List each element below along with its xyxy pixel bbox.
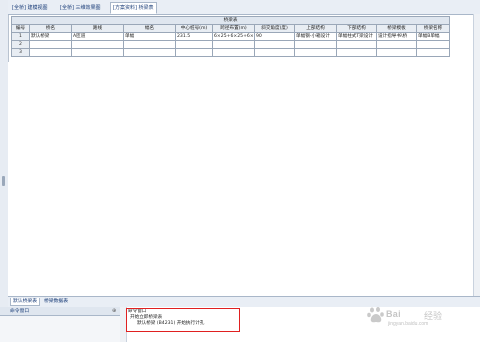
table-row[interactable]: 1 默认桥梁 A匝道 单幅 231.5 6×25+6×25+6×2 90 单幅钢… — [11, 32, 451, 41]
table-cell[interactable] — [376, 40, 417, 49]
table-row[interactable]: 3 — [11, 48, 451, 57]
highlight-box — [126, 308, 240, 332]
table-cell[interactable] — [29, 48, 72, 57]
command-panel-left — [0, 316, 121, 342]
baidu-paw-icon — [367, 307, 384, 323]
table-cell[interactable] — [71, 40, 124, 49]
table-cell[interactable] — [29, 40, 72, 49]
bridge-table-grid: 桥梁表 编号 桥名 路线 幅名 中心桩号(m) 跨径布置(m) 斜交角度(度) … — [10, 16, 451, 62]
column-header[interactable]: 中心桩号(m) — [175, 24, 213, 33]
tab-3d-view[interactable]: [全桥] 三维效果图 — [58, 3, 103, 13]
table-cell[interactable] — [415, 40, 451, 49]
row-number[interactable]: 3 — [11, 48, 30, 57]
table-cell[interactable]: A匝道 — [71, 32, 124, 41]
table-cell[interactable] — [336, 40, 377, 49]
table-cell[interactable] — [376, 48, 417, 57]
table-cell[interactable] — [254, 48, 295, 57]
table-cell[interactable] — [254, 40, 295, 49]
table-cell[interactable]: 设计指导书\桥 — [376, 32, 417, 41]
column-header[interactable]: 桥梁名称 — [415, 24, 451, 33]
dock-grip[interactable] — [2, 176, 5, 186]
document-tab-bar: [全桥] 建模视图 [全桥] 三维效果图 [方案资料] 桥梁表 — [8, 0, 480, 15]
row-number[interactable]: 1 — [11, 32, 30, 41]
column-header[interactable]: 桥梁模板 — [376, 24, 417, 33]
table-cell[interactable]: 90 — [254, 32, 295, 41]
column-header[interactable]: 斜交角度(度) — [254, 24, 295, 33]
column-header[interactable]: 路线 — [71, 24, 124, 33]
row-number[interactable]: 2 — [11, 40, 30, 49]
table-canvas — [8, 62, 480, 296]
table-cell[interactable] — [175, 48, 213, 57]
table-cell[interactable] — [212, 48, 255, 57]
column-header[interactable]: 上部结构 — [294, 24, 337, 33]
table-cell[interactable]: 默认桥梁 — [29, 32, 72, 41]
tab-bridge-table[interactable]: [方案资料] 桥梁表 — [110, 2, 157, 14]
sheet-tab-data[interactable]: 桥梁数据表 — [42, 298, 70, 306]
table-cell[interactable] — [123, 48, 176, 57]
table-cell[interactable] — [294, 40, 337, 49]
column-header[interactable]: 桥名 — [29, 24, 72, 33]
column-header[interactable]: 幅名 — [123, 24, 176, 33]
column-header[interactable]: 跨径布置(m) — [212, 24, 255, 33]
watermark-brand: Bai — [386, 309, 401, 319]
table-row[interactable]: 2 — [11, 40, 451, 49]
sheet-tab-default[interactable]: 默认桥梁表 — [10, 298, 40, 306]
table-cell[interactable] — [336, 48, 377, 57]
table-cell[interactable]: 单幅钢-小箱设计 — [294, 32, 337, 41]
table-cell[interactable] — [175, 40, 213, 49]
table-cell[interactable] — [71, 48, 124, 57]
table-cell[interactable]: 6×25+6×25+6×2 — [212, 32, 255, 41]
column-header[interactable]: 编号 — [11, 24, 30, 33]
table-cell[interactable] — [123, 40, 176, 49]
grid-title: 桥梁表 — [10, 16, 451, 25]
tab-model-view[interactable]: [全桥] 建模视图 — [10, 3, 50, 13]
vertical-scrollbar[interactable] — [473, 14, 480, 296]
table-cell[interactable] — [415, 48, 451, 57]
table-cell[interactable]: 231.5 — [175, 32, 213, 41]
table-cell[interactable] — [212, 40, 255, 49]
column-header[interactable]: 下部结构 — [336, 24, 377, 33]
pin-icon[interactable]: ⊕ — [112, 308, 116, 314]
table-cell[interactable]: 单幅B单幅 — [415, 32, 451, 41]
command-panel-header: 命令窗口 — [0, 307, 120, 316]
table-cell[interactable]: 单幅柱式T梁设计 — [336, 32, 377, 41]
table-cell[interactable]: 单幅 — [123, 32, 176, 41]
table-cell[interactable] — [294, 48, 337, 57]
watermark-url: jingyan.baidu.com — [388, 321, 429, 327]
